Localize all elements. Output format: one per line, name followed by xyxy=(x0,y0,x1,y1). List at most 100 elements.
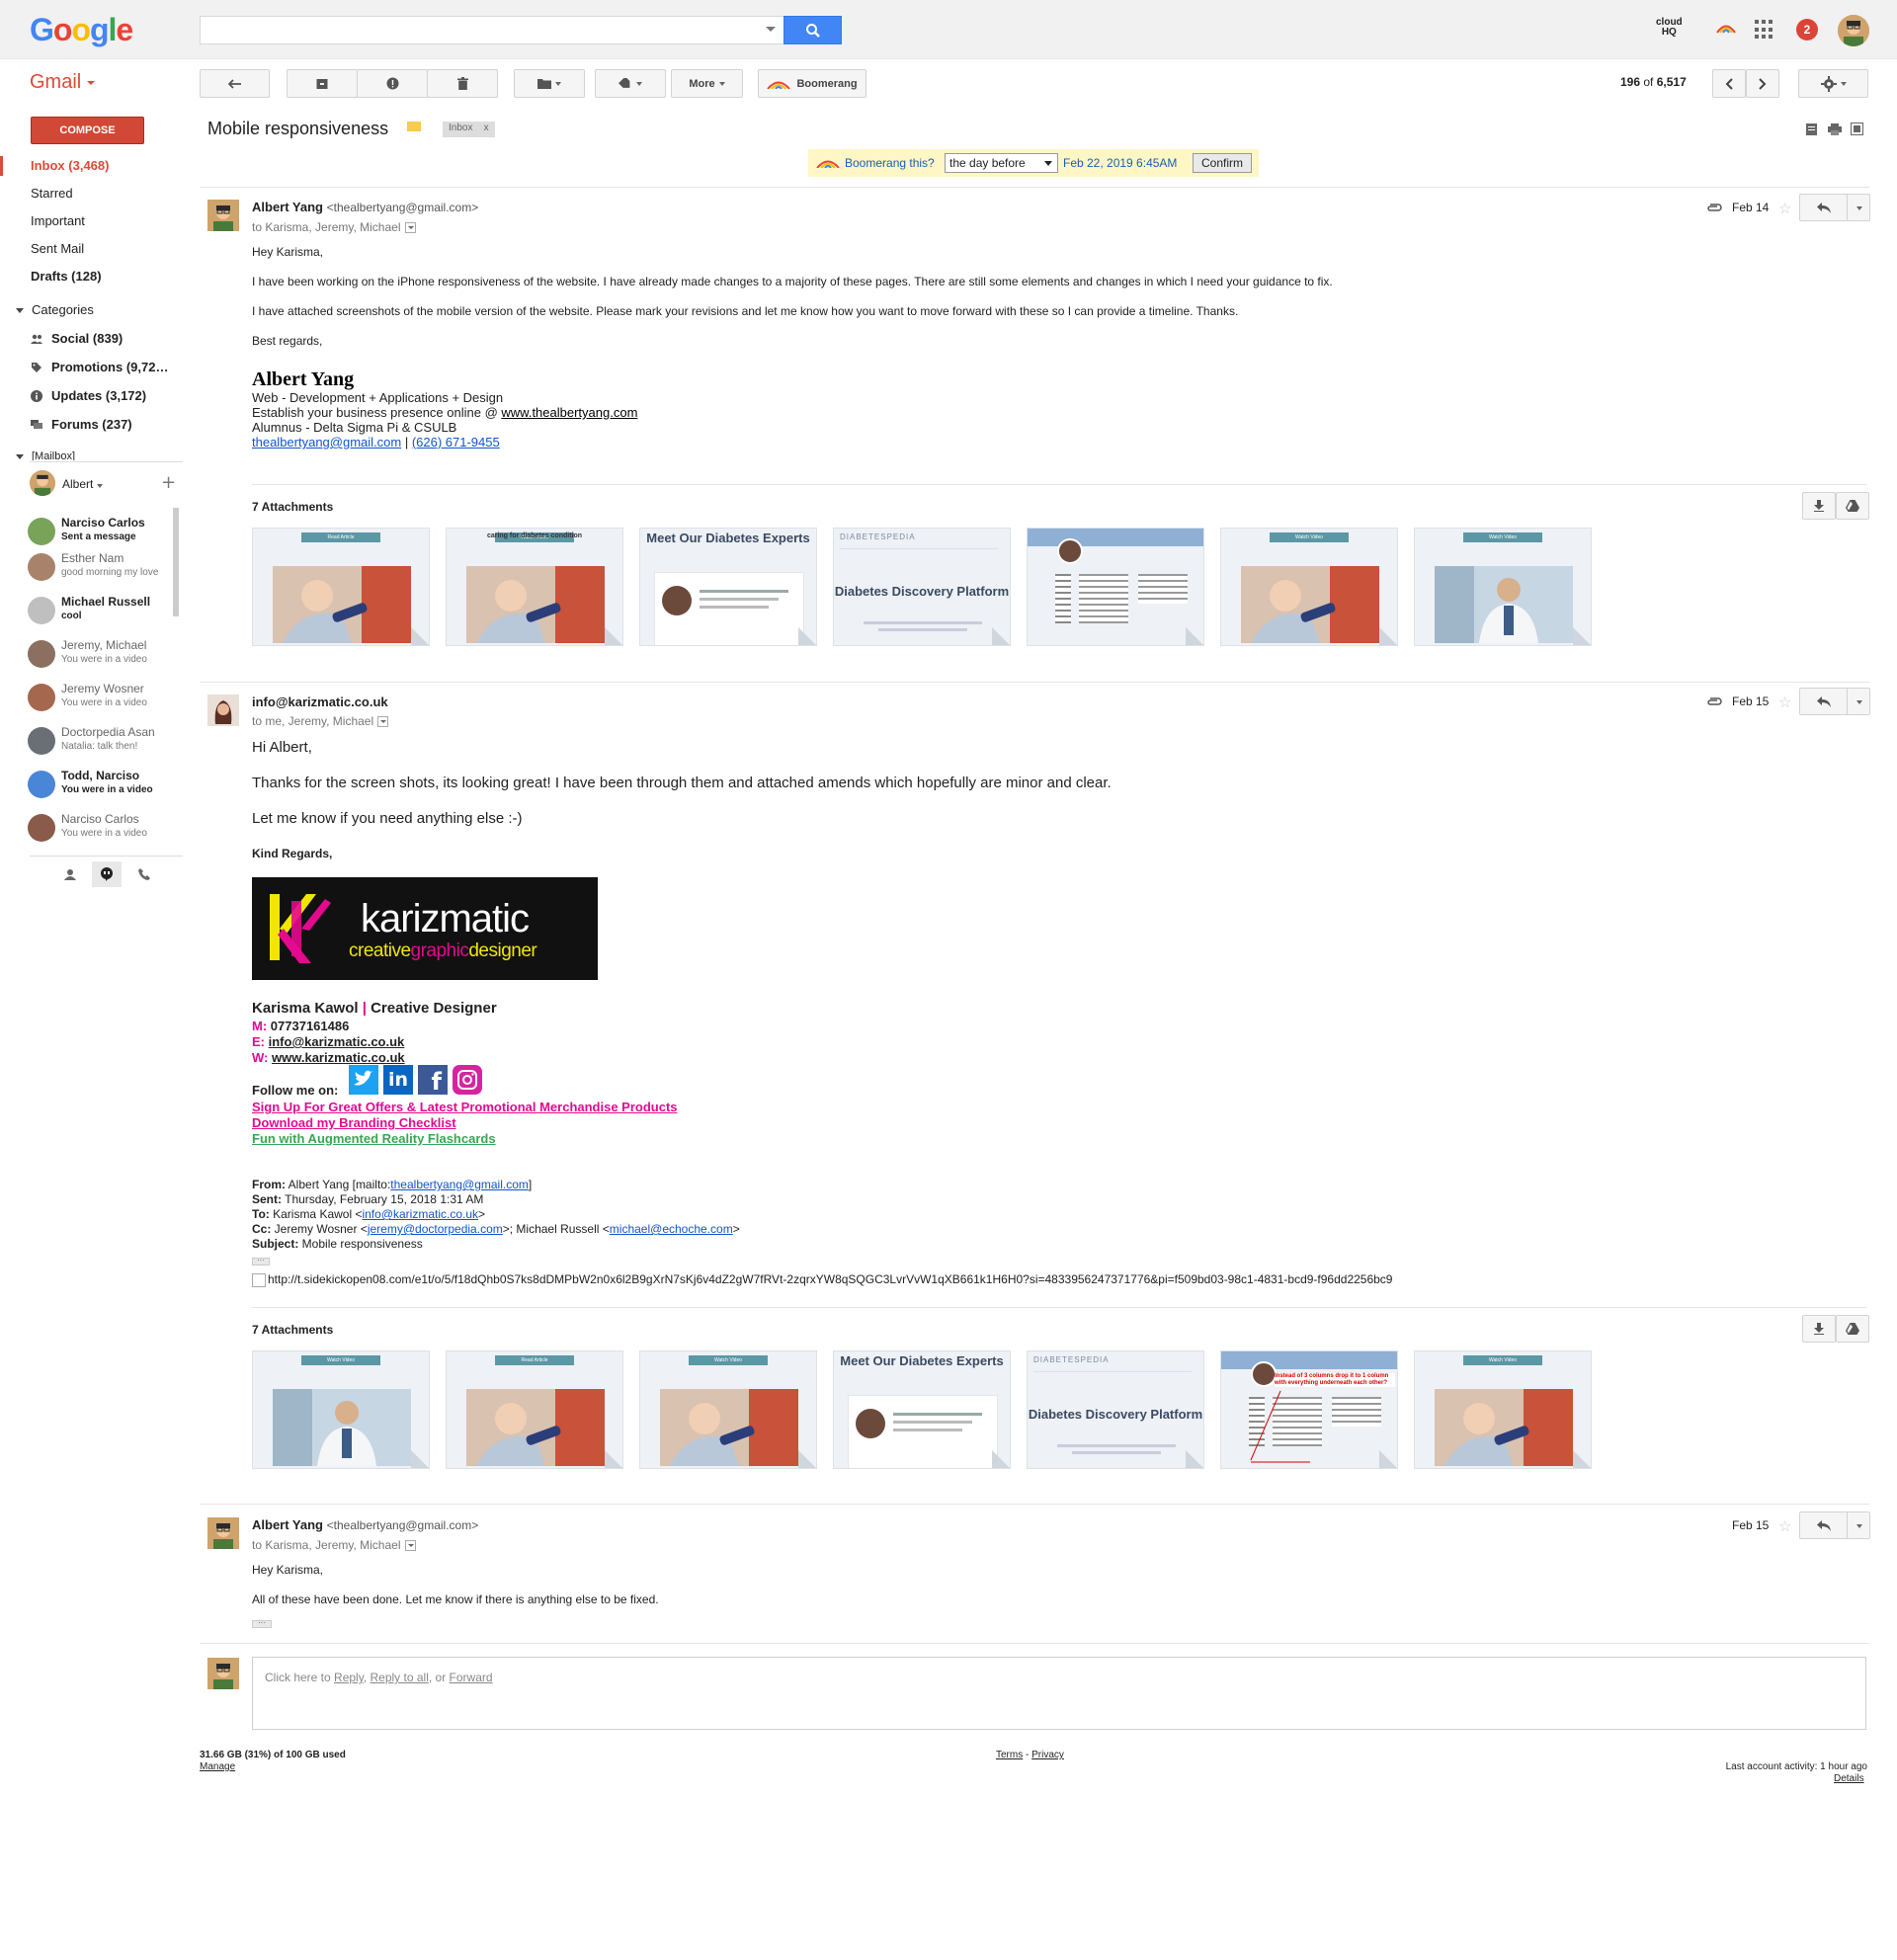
nav-drafts[interactable]: Drafts (128) xyxy=(31,269,102,284)
download-all-button[interactable] xyxy=(1802,492,1836,520)
gmail-menu[interactable]: Gmail xyxy=(30,71,96,94)
attachment-thumbnail[interactable]: Watch Video caring for diabetes condition xyxy=(446,528,623,646)
chat-item[interactable]: Doctorpedia Asan Natalia: talk then! xyxy=(28,725,176,767)
attachment-thumbnail[interactable]: Read Article xyxy=(446,1350,623,1469)
delete-button[interactable] xyxy=(427,69,498,98)
print-icon[interactable] xyxy=(1828,123,1842,135)
sender-name[interactable]: Albert Yang <thealbertyang@gmail.com> xyxy=(252,1517,478,1532)
chat-item[interactable]: Jeremy Wosner You were in a video xyxy=(28,682,176,723)
signature-phone-link[interactable]: (626) 671-9455 xyxy=(412,435,500,449)
new-chat-plus-icon[interactable]: + xyxy=(161,472,176,493)
attachment-thumbnail[interactable]: DIABETESPEDIA Diabetes Discovery Platform xyxy=(1027,1350,1204,1469)
terms-link[interactable]: Terms xyxy=(996,1750,1023,1760)
report-spam-button[interactable] xyxy=(357,69,428,98)
quoted-from-link[interactable]: thealbertyang@gmail.com xyxy=(390,1178,529,1191)
reply-box[interactable]: Click here to Reply, Reply to all, or Fo… xyxy=(252,1657,1866,1730)
notifications-badge[interactable]: 2 xyxy=(1796,19,1818,41)
chat-item[interactable]: Esther Nam good morning my love xyxy=(28,551,176,593)
show-details-icon[interactable] xyxy=(377,716,389,728)
more-actions-chevron-icon[interactable] xyxy=(1856,206,1862,210)
boomerang-when-select[interactable]: the day before xyxy=(945,153,1058,173)
manage-storage-link[interactable]: Manage xyxy=(200,1761,235,1772)
more-button[interactable]: More xyxy=(671,69,743,98)
reply-icon[interactable] xyxy=(1817,203,1831,213)
category-promotions[interactable]: Promotions (9,72… xyxy=(51,360,168,374)
attachment-thumbnail[interactable]: Read Article xyxy=(252,528,430,646)
reply-button-group[interactable] xyxy=(1799,1511,1870,1539)
attachment-thumbnail[interactable]: Watch Video xyxy=(1414,1350,1592,1469)
nav-starred[interactable]: Starred xyxy=(31,186,73,201)
facebook-icon[interactable]: f xyxy=(418,1065,448,1096)
show-details-icon[interactable] xyxy=(404,222,416,234)
phone-icon[interactable] xyxy=(138,868,150,880)
save-to-drive-button[interactable] xyxy=(1836,492,1869,520)
quoted-cc-link[interactable]: jeremy@doctorpedia.com xyxy=(368,1222,503,1236)
message-date[interactable]: Feb 15 xyxy=(1732,694,1769,708)
chat-item[interactable]: Jeremy, Michael You were in a video xyxy=(28,638,176,680)
search-input[interactable] xyxy=(200,16,784,44)
archive-button[interactable] xyxy=(287,69,358,98)
category-forums[interactable]: Forums (237) xyxy=(51,417,132,432)
nav-important[interactable]: Important xyxy=(31,213,85,228)
attachment-thumbnail[interactable]: Watch Video xyxy=(252,1350,430,1469)
search-button[interactable] xyxy=(784,16,842,44)
chat-item[interactable]: Michael Russell cool xyxy=(28,595,176,636)
save-to-drive-button[interactable] xyxy=(1836,1315,1869,1343)
flashcards-link[interactable]: Fun with Augmented Reality Flashcards xyxy=(252,1131,496,1146)
more-actions-chevron-icon[interactable] xyxy=(1856,1524,1862,1528)
hangouts-avatar[interactable] xyxy=(30,470,55,496)
star-icon[interactable]: ☆ xyxy=(1778,694,1791,711)
attachment-thumbnail[interactable]: Instead of 3 columns drop it to 1 column… xyxy=(1220,1350,1398,1469)
reply-icon[interactable] xyxy=(1817,1520,1831,1531)
contacts-icon[interactable] xyxy=(64,868,76,880)
show-details-icon[interactable] xyxy=(404,1540,416,1552)
show-trimmed-content-button[interactable]: ··· xyxy=(252,1257,270,1266)
reply-all-link[interactable]: Reply to all xyxy=(371,1671,429,1684)
boomerang-datetime[interactable]: Feb 22, 2019 6:45AM xyxy=(1063,156,1177,170)
reply-button-group[interactable] xyxy=(1799,688,1870,715)
reply-link[interactable]: Reply xyxy=(334,1671,364,1684)
expand-all-icon[interactable] xyxy=(1806,123,1817,135)
compose-button[interactable]: COMPOSE xyxy=(31,117,144,144)
inbox-label-chip[interactable]: Inbox x xyxy=(443,122,495,137)
cloudhq-icon[interactable]: cloud HQ xyxy=(1656,18,1683,38)
account-avatar[interactable] xyxy=(1838,15,1869,46)
google-logo[interactable]: Google xyxy=(30,12,133,48)
signature-email-link[interactable]: thealbertyang@gmail.com xyxy=(252,435,401,449)
signature-website-link[interactable]: www.karizmatic.co.uk xyxy=(272,1050,405,1065)
download-all-button[interactable] xyxy=(1802,1315,1836,1343)
privacy-link[interactable]: Privacy xyxy=(1031,1750,1064,1760)
quoted-to-link[interactable]: info@karizmatic.co.uk xyxy=(362,1207,478,1221)
star-icon[interactable]: ☆ xyxy=(1778,200,1791,217)
signature-email-link[interactable]: info@karizmatic.co.uk xyxy=(269,1034,405,1049)
new-window-icon[interactable] xyxy=(1851,122,1863,135)
nav-inbox[interactable]: Inbox (3,468) xyxy=(31,158,109,173)
sender-name[interactable]: info@karizmatic.co.uk xyxy=(252,694,388,709)
chat-item[interactable]: Narciso Carlos You were in a video xyxy=(28,812,176,854)
hangouts-tab[interactable] xyxy=(92,861,122,887)
attachment-thumbnail[interactable] xyxy=(1027,528,1204,646)
quoted-cc-link[interactable]: michael@echoche.com xyxy=(610,1222,733,1236)
older-button[interactable] xyxy=(1746,69,1779,98)
star-icon[interactable]: ☆ xyxy=(1778,1517,1791,1535)
hangouts-user[interactable]: Albert xyxy=(62,477,104,491)
promo-link[interactable]: Sign Up For Great Offers & Latest Promot… xyxy=(252,1100,678,1114)
move-to-button[interactable] xyxy=(514,69,585,98)
mailbox-toggle[interactable]: [Mailbox] xyxy=(16,450,75,460)
website-link[interactable]: www.thealbertyang.com xyxy=(501,405,637,420)
message-date[interactable]: Feb 14 xyxy=(1732,201,1769,214)
important-marker-icon[interactable] xyxy=(407,122,421,131)
more-actions-chevron-icon[interactable] xyxy=(1856,700,1862,704)
category-updates[interactable]: Updates (3,172) xyxy=(51,388,146,403)
settings-button[interactable] xyxy=(1798,69,1868,98)
reply-icon[interactable] xyxy=(1817,696,1831,707)
search-options-chevron-icon[interactable] xyxy=(766,27,776,32)
boomerang-button[interactable]: Boomerang xyxy=(758,69,866,98)
chat-item[interactable]: Todd, Narciso You were in a video xyxy=(28,769,176,810)
sender-avatar[interactable] xyxy=(207,1517,239,1549)
categories-toggle[interactable]: Categories xyxy=(16,302,94,317)
attachment-thumbnail[interactable]: Watch Video xyxy=(1414,528,1592,646)
branding-checklist-link[interactable]: Download my Branding Checklist xyxy=(252,1115,456,1130)
boomerang-confirm-button[interactable]: Confirm xyxy=(1193,153,1252,173)
sender-name[interactable]: Albert Yang <thealbertyang@gmail.com> xyxy=(252,200,478,214)
